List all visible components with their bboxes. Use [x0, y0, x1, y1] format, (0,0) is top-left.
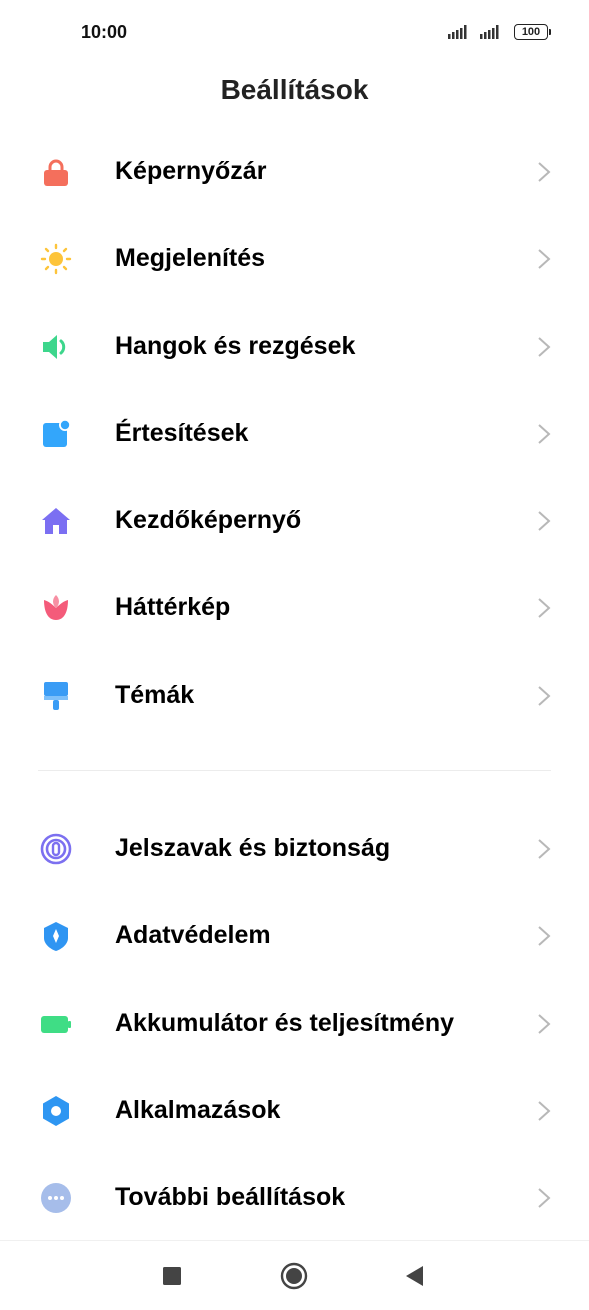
recents-button[interactable]: [157, 1261, 187, 1291]
chevron-right-icon: [538, 162, 551, 182]
settings-section-1: Képernyőzár Megjelenítés Hangok és rezgé…: [0, 128, 589, 739]
settings-item-label: További beállítások: [115, 1183, 346, 1212]
settings-item-label: Háttérkép: [115, 593, 231, 622]
chevron-right-icon: [538, 424, 551, 444]
status-bar: 10:00 100: [0, 0, 589, 66]
settings-item-themes[interactable]: Témák: [0, 652, 589, 739]
settings-item-passwords-security[interactable]: Jelszavak és biztonság: [0, 805, 589, 892]
status-icons: 100: [448, 24, 551, 40]
sun-icon: [40, 243, 72, 275]
settings-item-wallpaper[interactable]: Háttérkép: [0, 564, 589, 651]
settings-item-label: Alkalmazások: [115, 1095, 281, 1124]
settings-item-label: Témák: [115, 680, 195, 709]
signal-icon: [448, 25, 467, 39]
settings-item-home-screen[interactable]: Kezdőképernyő: [0, 477, 589, 564]
gear-icon: [40, 1095, 72, 1127]
chevron-right-icon: [538, 598, 551, 619]
back-button[interactable]: [400, 1261, 430, 1291]
settings-item-label: Akkumulátor és teljesítmény: [115, 1008, 455, 1037]
chevron-right-icon: [538, 686, 551, 706]
tulip-icon: [40, 592, 72, 624]
settings-item-privacy[interactable]: Adatvédelem: [0, 892, 589, 979]
lock-icon: [40, 156, 72, 188]
home-icon: [40, 505, 72, 537]
speaker-icon: [40, 331, 72, 363]
settings-item-label: Kezdőképernyő: [115, 506, 302, 535]
section-divider: [38, 770, 551, 771]
fingerprint-icon: [40, 833, 72, 865]
chevron-right-icon: [538, 1101, 551, 1121]
notification-icon: [40, 418, 72, 450]
signal-icon: [480, 25, 499, 39]
settings-item-label: Megjelenítés: [115, 244, 266, 273]
settings-item-label: Adatvédelem: [115, 921, 271, 950]
recents-square-icon: [163, 1267, 181, 1285]
status-time: 10:00: [81, 22, 128, 42]
settings-section-2: Jelszavak és biztonság Adatvédelem Akkum…: [0, 805, 589, 1241]
back-triangle-icon: [406, 1266, 423, 1286]
settings-item-label: Jelszavak és biztonság: [115, 834, 391, 862]
battery-icon: [40, 1008, 72, 1040]
chevron-right-icon: [538, 249, 551, 270]
settings-item-label: Hangok és rezgések: [115, 331, 356, 360]
settings-item-more-settings[interactable]: További beállítások: [0, 1154, 589, 1241]
chevron-right-icon: [538, 926, 551, 947]
settings-item-notifications[interactable]: Értesítések: [0, 390, 589, 477]
paintbrush-icon: [40, 680, 72, 712]
home-button[interactable]: [279, 1261, 309, 1291]
chevron-right-icon: [538, 1013, 551, 1034]
settings-item-lock-screen[interactable]: Képernyőzár: [0, 128, 589, 215]
battery-icon: 100: [514, 24, 551, 40]
settings-item-label: Képernyőzár: [115, 157, 267, 185]
settings-item-label: Értesítések: [115, 418, 249, 447]
chevron-right-icon: [538, 336, 551, 357]
battery-level: 100: [514, 24, 548, 40]
more-icon: [40, 1182, 72, 1214]
home-circle-icon: [280, 1262, 308, 1290]
page-title: Beállítások: [220, 74, 369, 105]
settings-item-display[interactable]: Megjelenítés: [0, 215, 589, 302]
settings-item-apps[interactable]: Alkalmazások: [0, 1067, 589, 1154]
chevron-right-icon: [538, 511, 551, 531]
settings-item-sounds[interactable]: Hangok és rezgések: [0, 303, 589, 390]
chevron-right-icon: [538, 839, 551, 859]
chevron-right-icon: [538, 1188, 551, 1208]
settings-item-battery-performance[interactable]: Akkumulátor és teljesítmény: [0, 980, 589, 1067]
shield-icon: [40, 920, 72, 952]
navigation-bar: [0, 1240, 589, 1310]
